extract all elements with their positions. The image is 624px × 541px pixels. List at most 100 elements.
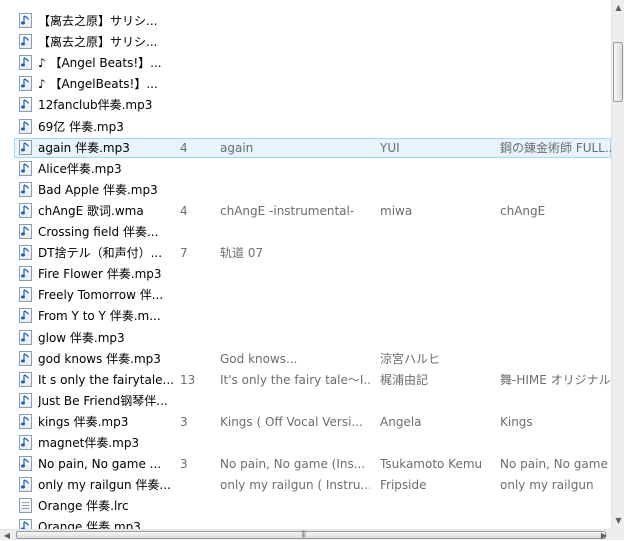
- file-row[interactable]: 【离去之原】サリシ...: [14, 32, 611, 52]
- file-name: again 伴奏.mp3: [38, 140, 130, 155]
- file-list[interactable]: 【离去之原】サリシ... 【离去之原】サリシ... ♪ 【Angel Beats!】…: [0, 0, 611, 529]
- audio-file-icon: [19, 76, 32, 92]
- file-row[interactable]: god knows 伴奏.mp3 God knows... 涼宮ハルヒ: [14, 349, 611, 369]
- scroll-right-arrow-icon[interactable]: ▶: [597, 530, 611, 541]
- scrollbar-corner: [611, 529, 624, 540]
- audio-file-icon: [19, 55, 32, 71]
- track-number: 13: [180, 372, 196, 387]
- file-name: glow 伴奏.mp3: [38, 330, 125, 345]
- track-title: 轨道 07: [220, 246, 264, 261]
- audio-file-icon: [19, 139, 32, 155]
- track-album: only my railgun: [500, 478, 594, 493]
- track-title: only my railgun ( Instru...: [220, 478, 370, 493]
- file-row[interactable]: ♪ 【AngelBeats!】...: [14, 74, 611, 94]
- file-row[interactable]: chAngE 歌词.wma 4 chAngE -instrumental-miwa c…: [14, 201, 611, 221]
- file-name: Freely Tomorrow 伴...: [38, 288, 164, 303]
- track-album: 舞-HIME オリジナル: [500, 372, 611, 387]
- scroll-grip-icon: |||: [301, 530, 306, 538]
- audio-file-icon: [19, 329, 32, 345]
- track-artist: Fripside: [380, 478, 427, 493]
- file-name: 12fanclub伴奏.mp3: [38, 98, 153, 113]
- file-row[interactable]: No pain, No game ... 3 No pain, No game (I…: [14, 454, 611, 474]
- file-row[interactable]: again 伴奏.mp3 4 again YUI 鋼の錬金術師 FULL...: [14, 137, 611, 158]
- file-row[interactable]: glow 伴奏.mp3: [14, 328, 611, 348]
- file-name: DT捨テル（和声付）...: [38, 246, 163, 261]
- file-name: god knows 伴奏.mp3: [38, 351, 161, 366]
- scroll-down-arrow-icon[interactable]: ▼: [612, 513, 624, 529]
- file-row[interactable]: Fire Flower 伴奏.mp3: [14, 264, 611, 284]
- scroll-left-arrow-icon[interactable]: ◀: [0, 530, 14, 541]
- file-name: Just Be Friend钢琴伴...: [38, 393, 168, 408]
- file-row[interactable]: only my railgun 伴奏... only my railgun ( I…: [14, 475, 611, 495]
- file-name: Crossing field 伴奏...: [38, 225, 159, 239]
- audio-file-icon: [19, 350, 32, 366]
- audio-file-icon: [19, 287, 32, 303]
- audio-file-icon: [19, 519, 32, 529]
- track-title: God knows...: [220, 351, 298, 366]
- file-row[interactable]: Crossing field 伴奏...: [14, 222, 611, 242]
- audio-file-icon: [19, 477, 32, 493]
- file-name: Orange 伴奏.mp3: [38, 520, 141, 529]
- file-row[interactable]: Alice伴奏.mp3: [14, 159, 611, 179]
- file-row[interactable]: magnet伴奏.mp3: [14, 433, 611, 453]
- audio-file-icon: [19, 245, 32, 261]
- audio-file-icon: [19, 308, 32, 324]
- audio-file-icon: [19, 224, 32, 239]
- track-number: 7: [180, 246, 188, 261]
- track-title: chAngE -instrumental-: [220, 203, 355, 218]
- file-row[interactable]: 【离去之原】サリシ...: [14, 11, 611, 31]
- track-number: 3: [180, 457, 188, 472]
- file-row[interactable]: 69亿 伴奏.mp3: [14, 117, 611, 137]
- track-title: It's only the fairy tale～I...: [220, 372, 370, 387]
- scroll-up-arrow-icon[interactable]: ▲: [612, 0, 624, 16]
- file-name: 69亿 伴奏.mp3: [38, 119, 124, 134]
- file-row[interactable]: kings 伴奏.mp3 3 Kings ( Off Vocal Versi... A…: [14, 412, 611, 432]
- track-title: again: [220, 140, 254, 155]
- file-row[interactable]: Bad Apple 伴奏.mp3: [14, 180, 611, 200]
- file-name: From Y to Y 伴奏.m...: [38, 309, 161, 324]
- track-artist: YUI: [380, 140, 400, 155]
- file-row[interactable]: Orange 伴奏.lrc: [14, 496, 611, 516]
- audio-file-icon: [19, 202, 32, 218]
- file-row[interactable]: It s only the fairytale... 13 It's only th…: [14, 370, 611, 390]
- file-name: It s only the fairytale...: [38, 372, 174, 387]
- audio-file-icon: [19, 34, 32, 50]
- file-name: No pain, No game ...: [38, 457, 162, 472]
- track-number: 4: [180, 140, 188, 155]
- file-row[interactable]: From Y to Y 伴奏.m...: [14, 306, 611, 326]
- file-name: chAngE 歌词.wma: [38, 203, 144, 218]
- audio-file-icon: [19, 118, 32, 134]
- audio-file-icon: [19, 413, 32, 429]
- file-row[interactable]: Freely Tomorrow 伴...: [14, 285, 611, 305]
- horizontal-scroll-thumb[interactable]: |||: [16, 530, 606, 539]
- file-row[interactable]: Orange 伴奏.mp3: [14, 517, 611, 529]
- track-album: 鋼の錬金術師 FULL...: [500, 140, 611, 155]
- audio-file-icon: [19, 13, 32, 28]
- audio-file-icon: [19, 181, 32, 197]
- audio-file-icon: [19, 160, 32, 176]
- track-title: No pain, No game (Ins...: [220, 457, 366, 472]
- file-row[interactable]: 12fanclub伴奏.mp3: [14, 95, 611, 115]
- vertical-scrollbar[interactable]: ▲ ▼: [611, 0, 624, 529]
- audio-file-icon: [19, 371, 32, 387]
- horizontal-scrollbar[interactable]: ◀ ||| ▶: [0, 529, 611, 540]
- track-album: Kings: [500, 414, 533, 429]
- text-file-icon: [19, 498, 32, 514]
- track-album: chAngE: [500, 203, 546, 218]
- track-artist: Tsukamoto Kemu: [380, 457, 483, 472]
- file-name: Alice伴奏.mp3: [38, 161, 122, 176]
- file-row[interactable]: ♪ 【Angel Beats!】...: [14, 53, 611, 73]
- file-name: ♪ 【AngelBeats!】...: [38, 77, 158, 92]
- audio-file-icon: [19, 392, 32, 408]
- track-artist: Angela: [380, 414, 422, 429]
- track-artist: 梶浦由記: [380, 372, 429, 387]
- file-name: Fire Flower 伴奏.mp3: [38, 267, 162, 282]
- file-row[interactable]: DT捨テル（和声付）... 7 轨道 07: [14, 243, 611, 263]
- vertical-scroll-thumb[interactable]: [613, 42, 623, 102]
- file-name: Bad Apple 伴奏.mp3: [38, 182, 158, 197]
- track-number: 4: [180, 203, 188, 218]
- audio-file-icon: [19, 266, 32, 282]
- audio-file-icon: [19, 456, 32, 472]
- file-name: only my railgun 伴奏...: [38, 478, 171, 493]
- file-row[interactable]: Just Be Friend钢琴伴...: [14, 391, 611, 411]
